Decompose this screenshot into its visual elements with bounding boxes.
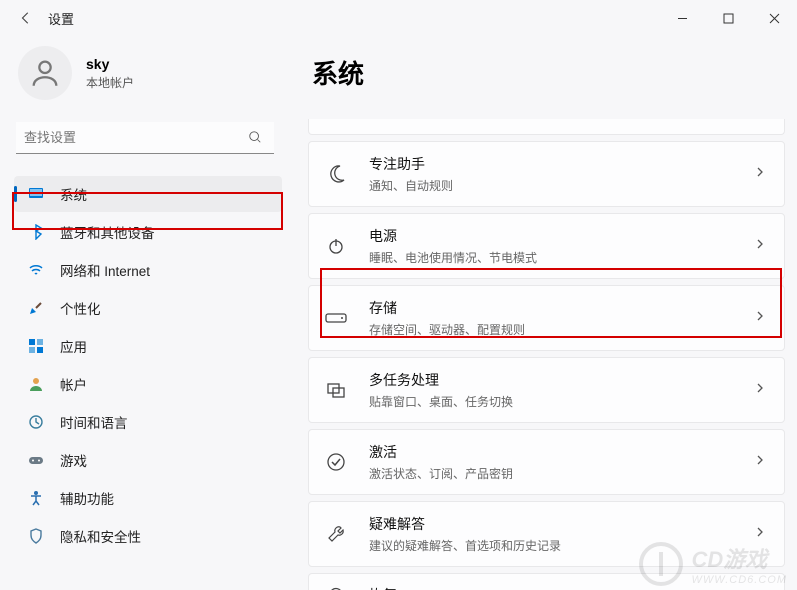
sidebar-item-label: 个性化 <box>60 298 101 318</box>
card-desc: 存储空间、驱动器、配置规则 <box>369 321 754 338</box>
account-icon <box>28 376 44 392</box>
apps-icon <box>28 338 44 354</box>
power-icon <box>325 235 347 257</box>
settings-card-moon[interactable]: 专注助手通知、自动规则 <box>308 141 785 207</box>
card-title: 电源 <box>369 226 754 246</box>
chevron-right-icon <box>754 165 766 183</box>
sidebar-item-time[interactable]: 时间和语言 <box>14 404 282 440</box>
sidebar-item-label: 应用 <box>60 336 87 356</box>
chevron-right-icon <box>754 381 766 399</box>
sidebar-item-label: 帐户 <box>60 374 87 394</box>
activation-icon <box>325 451 347 473</box>
sidebar-item-accessibility[interactable]: 辅助功能 <box>14 480 282 516</box>
storage-icon <box>325 307 347 329</box>
settings-card-activation[interactable]: 激活激活状态、订阅、产品密钥 <box>308 429 785 495</box>
card-title: 专注助手 <box>369 154 754 174</box>
card-desc: 睡眠、电池使用情况、节电模式 <box>369 249 754 266</box>
profile-type: 本地帐户 <box>86 74 134 91</box>
sidebar-item-label: 系统 <box>60 184 87 204</box>
close-button[interactable] <box>751 0 797 36</box>
minimize-button[interactable] <box>659 0 705 36</box>
chevron-right-icon <box>754 453 766 471</box>
sidebar-item-apps[interactable]: 应用 <box>14 328 282 364</box>
sidebar-item-wifi[interactable]: 网络和 Internet <box>14 252 282 288</box>
window-title: 设置 <box>48 9 74 28</box>
settings-card-storage[interactable]: 存储存储空间、驱动器、配置规则 <box>308 285 785 351</box>
sidebar-item-account[interactable]: 帐户 <box>14 366 282 402</box>
card-title: 多任务处理 <box>369 370 754 390</box>
search-input[interactable] <box>16 122 274 154</box>
settings-card-power[interactable]: 电源睡眠、电池使用情况、节电模式 <box>308 213 785 279</box>
troubleshoot-icon <box>325 523 347 545</box>
sidebar-item-label: 游戏 <box>60 450 87 470</box>
moon-icon <box>325 163 347 185</box>
chevron-right-icon <box>754 525 766 543</box>
back-button[interactable] <box>12 4 40 32</box>
profile-block[interactable]: sky 本地帐户 <box>14 46 282 100</box>
card-title: 激活 <box>369 442 754 462</box>
page-title: 系统 <box>308 54 785 91</box>
card-title: 疑难解答 <box>369 514 754 534</box>
time-icon <box>28 414 44 430</box>
bluetooth-icon <box>28 224 44 240</box>
card-desc: 贴靠窗口、桌面、任务切换 <box>369 393 754 410</box>
recovery-icon <box>325 584 347 590</box>
search-icon <box>248 130 262 149</box>
chevron-right-icon <box>754 309 766 327</box>
card-prev-clipped[interactable] <box>308 119 785 135</box>
sidebar-item-personalize[interactable]: 个性化 <box>14 290 282 326</box>
multitask-icon <box>325 379 347 401</box>
watermark: CD游戏 WWW.CD6.COM <box>639 542 787 586</box>
sidebar-item-label: 辅助功能 <box>60 488 114 508</box>
card-title: 存储 <box>369 298 754 318</box>
card-desc: 通知、自动规则 <box>369 177 754 194</box>
sidebar-item-gaming[interactable]: 游戏 <box>14 442 282 478</box>
sidebar-item-label: 时间和语言 <box>60 412 128 432</box>
sidebar-item-bluetooth[interactable]: 蓝牙和其他设备 <box>14 214 282 250</box>
maximize-button[interactable] <box>705 0 751 36</box>
search-box[interactable] <box>16 122 274 154</box>
card-desc: 激活状态、订阅、产品密钥 <box>369 465 754 482</box>
sidebar-item-label: 隐私和安全性 <box>60 526 141 546</box>
system-icon <box>28 186 44 202</box>
privacy-icon <box>28 528 44 544</box>
sidebar-item-privacy[interactable]: 隐私和安全性 <box>14 518 282 554</box>
sidebar-item-label: 网络和 Internet <box>60 260 150 280</box>
sidebar-item-label: 蓝牙和其他设备 <box>60 222 155 242</box>
settings-card-multitask[interactable]: 多任务处理贴靠窗口、桌面、任务切换 <box>308 357 785 423</box>
avatar-icon <box>18 46 72 100</box>
profile-name: sky <box>86 56 134 72</box>
wifi-icon <box>28 262 44 278</box>
gaming-icon <box>28 452 44 468</box>
sidebar-item-system[interactable]: 系统 <box>14 176 282 212</box>
chevron-right-icon <box>754 237 766 255</box>
personalize-icon <box>28 300 44 316</box>
accessibility-icon <box>28 490 44 506</box>
